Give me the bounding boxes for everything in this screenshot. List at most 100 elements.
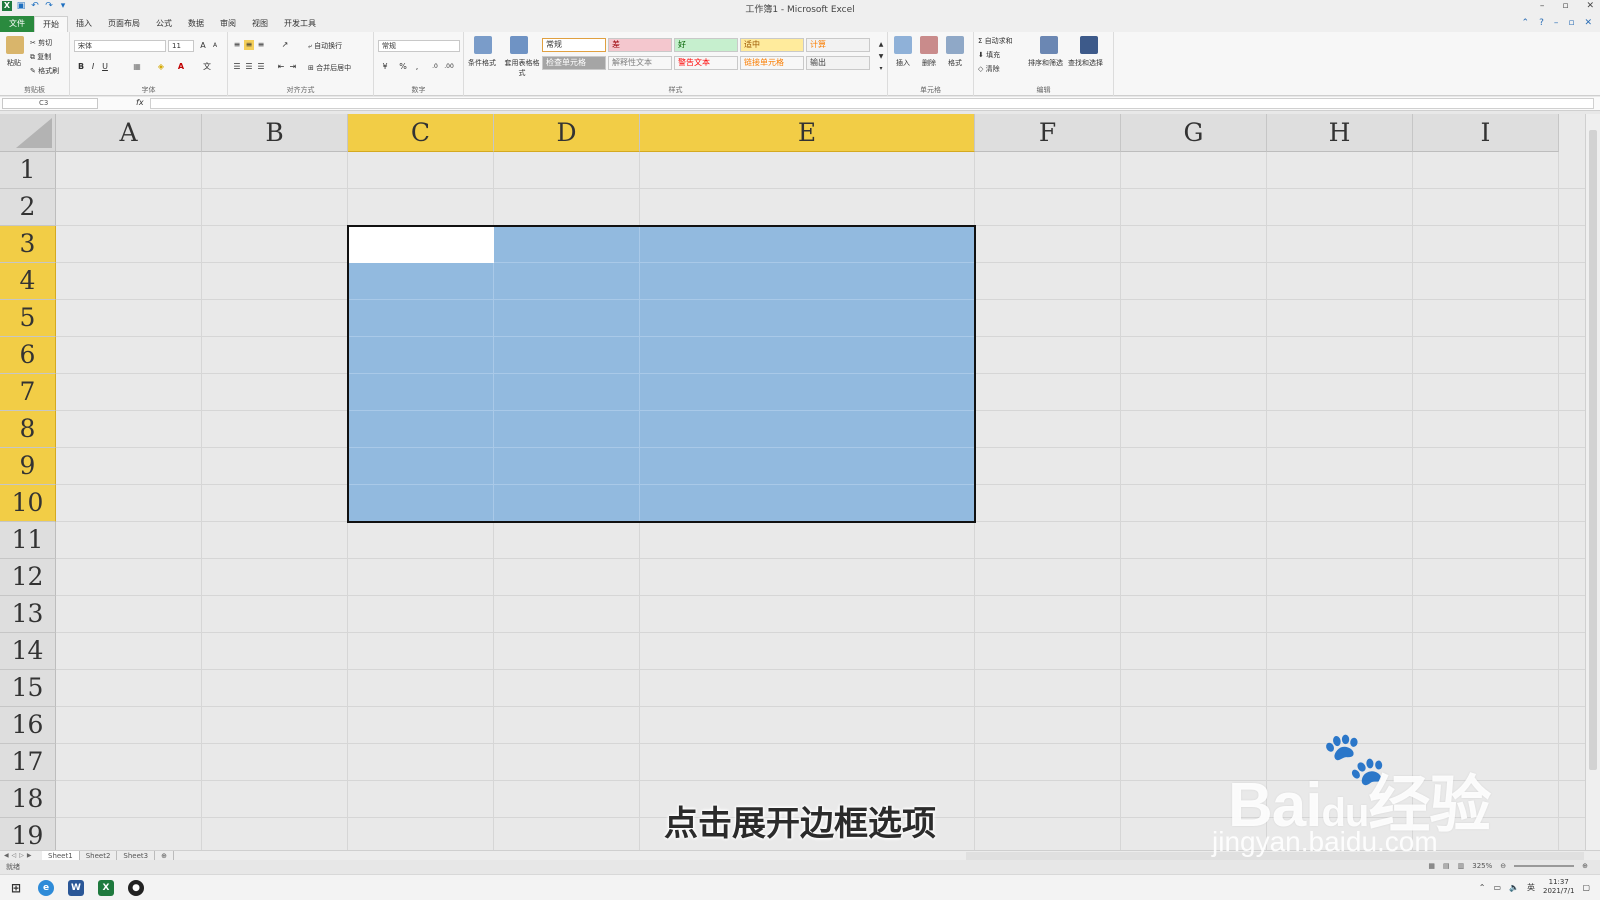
merge-center-button[interactable]: ⊞ 合并后居中 — [308, 63, 351, 73]
close-button[interactable]: ✕ — [1586, 1, 1594, 11]
align-right-icon[interactable]: ☰ — [256, 62, 266, 72]
column-header-e[interactable]: E — [640, 114, 975, 152]
cell-style-2[interactable]: 差 — [608, 38, 672, 52]
tab-formulas[interactable]: 公式 — [148, 16, 180, 32]
column-header-b[interactable]: B — [202, 114, 348, 152]
volume-icon[interactable]: 🔈 — [1509, 883, 1519, 892]
cell-style-9[interactable]: 链接单元格 — [740, 56, 804, 70]
comma-icon[interactable]: , — [412, 62, 422, 72]
row-header-8[interactable]: 8 — [0, 411, 56, 448]
align-top-icon[interactable]: ≡ — [232, 40, 242, 50]
increase-indent-icon[interactable]: ⇥ — [288, 62, 298, 72]
formula-input[interactable] — [150, 98, 1594, 109]
gallery-more-icon[interactable]: ▾ — [876, 64, 886, 74]
ime-indicator[interactable]: 英 — [1527, 882, 1535, 893]
row-header-15[interactable]: 15 — [0, 670, 56, 707]
phonetic-icon[interactable]: 文 — [202, 62, 212, 72]
row-header-14[interactable]: 14 — [0, 633, 56, 670]
name-box[interactable]: C3 — [2, 98, 98, 109]
border-icon[interactable]: ▦ — [132, 62, 142, 72]
column-header-i[interactable]: I — [1413, 114, 1559, 152]
row-header-6[interactable]: 6 — [0, 337, 56, 374]
row-header-9[interactable]: 9 — [0, 448, 56, 485]
gallery-down-icon[interactable]: ▼ — [876, 52, 886, 62]
row-header-17[interactable]: 17 — [0, 744, 56, 781]
row-header-1[interactable]: 1 — [0, 152, 56, 189]
network-icon[interactable]: ▭ — [1493, 883, 1501, 892]
row-header-3[interactable]: 3 — [0, 226, 56, 263]
delete-cells-icon[interactable] — [920, 36, 938, 54]
find-select-icon[interactable] — [1080, 36, 1098, 54]
cell-style-1[interactable]: 常规 — [542, 38, 606, 52]
cell-style-5[interactable]: 计算 — [806, 38, 870, 52]
cell-style-3[interactable]: 好 — [674, 38, 738, 52]
font-size-combo[interactable]: 11 — [168, 40, 194, 52]
format-cells-icon[interactable] — [946, 36, 964, 54]
windows-start-icon[interactable]: ⊞ — [8, 880, 24, 896]
orientation-icon[interactable]: ↗ — [280, 40, 290, 50]
cell-style-10[interactable]: 输出 — [806, 56, 870, 70]
currency-icon[interactable]: ¥ — [380, 62, 390, 72]
bold-button[interactable]: B — [76, 62, 86, 72]
zoom-out-icon[interactable]: ⊖ — [1500, 862, 1506, 870]
cell-style-8[interactable]: 警告文本 — [674, 56, 738, 70]
minimize-button[interactable]: – — [1540, 1, 1545, 11]
tab-developer[interactable]: 开发工具 — [276, 16, 324, 32]
format-as-table-button[interactable]: 套用表格格式 — [504, 58, 540, 78]
browser-icon[interactable]: e — [38, 880, 54, 896]
cut-button[interactable]: ✂ 剪切 — [30, 38, 52, 48]
tab-review[interactable]: 审阅 — [212, 16, 244, 32]
paste-icon[interactable] — [6, 36, 24, 54]
italic-button[interactable]: I — [88, 62, 98, 72]
zoom-level[interactable]: 325% — [1472, 862, 1492, 870]
format-as-table-icon[interactable] — [510, 36, 528, 54]
decrease-decimal-icon[interactable]: .00 — [444, 62, 454, 72]
row-header-7[interactable]: 7 — [0, 374, 56, 411]
doc-restore-icon[interactable]: ▫ — [1568, 18, 1574, 28]
increase-decimal-icon[interactable]: .0 — [430, 62, 440, 72]
page-break-view-icon[interactable]: ▥ — [1458, 862, 1465, 870]
vertical-scrollbar[interactable] — [1585, 114, 1600, 850]
column-header-h[interactable]: H — [1267, 114, 1413, 152]
column-header-f[interactable]: F — [975, 114, 1121, 152]
zoom-slider[interactable] — [1514, 865, 1575, 867]
decrease-indent-icon[interactable]: ⇤ — [276, 62, 286, 72]
tab-view[interactable]: 视图 — [244, 16, 276, 32]
select-all-corner[interactable] — [0, 114, 56, 152]
normal-view-icon[interactable]: ▦ — [1428, 862, 1435, 870]
row-header-12[interactable]: 12 — [0, 559, 56, 596]
align-bottom-icon[interactable]: ≡ — [256, 40, 266, 50]
align-middle-icon[interactable]: ≡ — [244, 40, 254, 50]
row-header-4[interactable]: 4 — [0, 263, 56, 300]
font-color-icon[interactable]: A — [176, 62, 186, 72]
row-header-11[interactable]: 11 — [0, 522, 56, 559]
insert-cells-icon[interactable] — [894, 36, 912, 54]
minimize-ribbon-icon[interactable]: ⌃ — [1522, 18, 1530, 28]
number-format-combo[interactable]: 常规 — [378, 40, 460, 52]
fill-button[interactable]: ⬇ 填充 — [978, 50, 1000, 60]
copy-button[interactable]: ⧉ 复制 — [30, 52, 51, 62]
cell-style-7[interactable]: 解释性文本 — [608, 56, 672, 70]
page-layout-view-icon[interactable]: ▤ — [1443, 862, 1450, 870]
row-header-2[interactable]: 2 — [0, 189, 56, 226]
align-left-icon[interactable]: ☰ — [232, 62, 242, 72]
shrink-font-icon[interactable]: A — [210, 41, 220, 51]
align-center-icon[interactable]: ☰ — [244, 62, 254, 72]
tab-file[interactable]: 文件 — [0, 16, 34, 32]
insert-function-button[interactable]: fx — [136, 98, 144, 107]
tab-data[interactable]: 数据 — [180, 16, 212, 32]
clear-button[interactable]: ◇ 清除 — [978, 64, 1000, 74]
find-select-button[interactable]: 查找和选择 — [1068, 58, 1103, 68]
font-name-combo[interactable]: 宋体 — [74, 40, 166, 52]
conditional-format-icon[interactable] — [474, 36, 492, 54]
sort-filter-button[interactable]: 排序和筛选 — [1028, 58, 1063, 68]
conditional-format-button[interactable]: 条件格式 — [468, 58, 496, 68]
restore-button[interactable]: ▫ — [1562, 1, 1568, 11]
fill-color-icon[interactable]: ◈ — [156, 62, 166, 72]
insert-button[interactable]: 插入 — [896, 58, 910, 68]
column-header-a[interactable]: A — [56, 114, 202, 152]
clock[interactable]: 11:37 2021/7/1 — [1543, 878, 1574, 896]
column-header-d[interactable]: D — [494, 114, 640, 152]
delete-button[interactable]: 删除 — [922, 58, 936, 68]
tray-expand-icon[interactable]: ⌃ — [1479, 883, 1486, 892]
